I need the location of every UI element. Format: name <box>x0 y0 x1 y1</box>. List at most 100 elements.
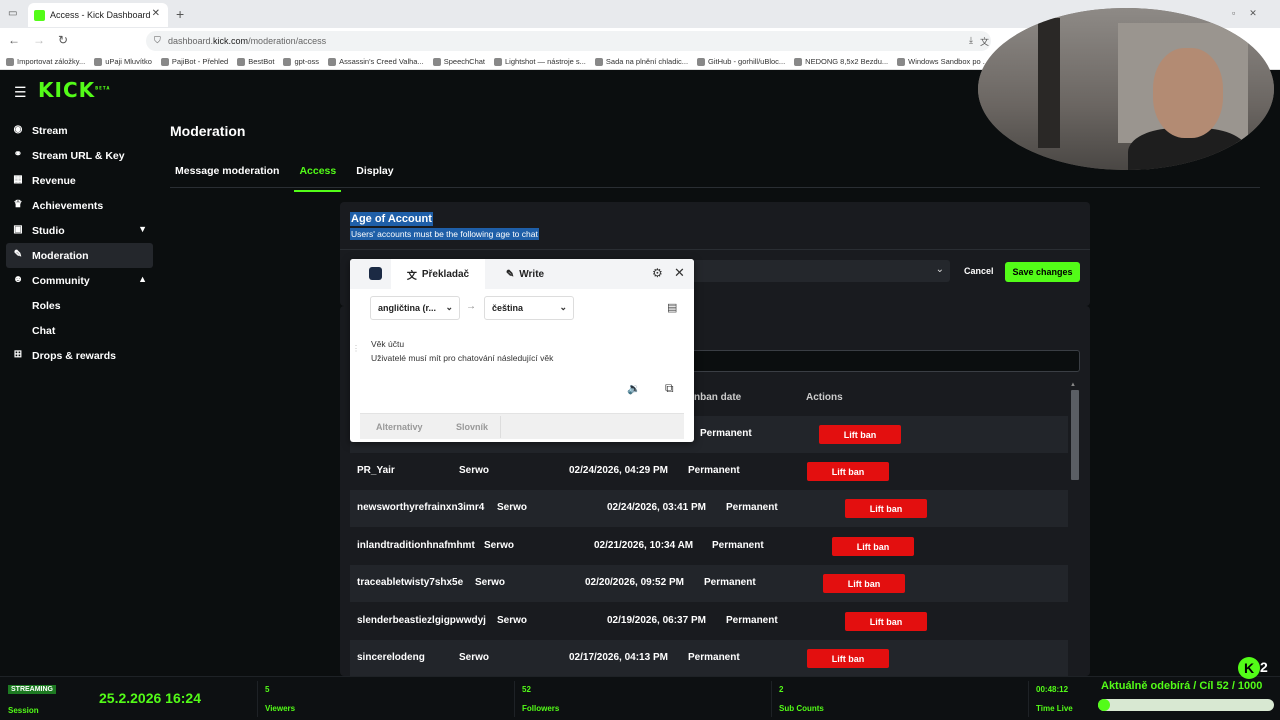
tab-translate-label: Překladač <box>421 268 470 280</box>
ban-username[interactable]: PR_Yair <box>357 465 395 476</box>
close-tab-icon[interactable]: ✕ <box>152 8 160 19</box>
ban-moderator: Serwo <box>497 615 528 626</box>
chevron-up-icon[interactable]: ▲ <box>138 274 147 284</box>
sidebar-item-label: Roles <box>32 299 61 312</box>
menu-icon[interactable]: ☰ <box>14 84 27 101</box>
translator-footer: Alternativy Slovník <box>360 413 684 439</box>
lift-ban-button[interactable]: Lift ban <box>832 537 914 556</box>
bookmark-item[interactable]: NEDONG 8,5x2 Bezdu... <box>794 57 888 66</box>
ban-date: 02/24/2026, 04:29 PM <box>569 465 668 476</box>
copy-icon[interactable]: ⧉ <box>665 381 674 396</box>
new-tab-icon[interactable]: + <box>176 6 184 22</box>
bookmark-item[interactable]: Assassin's Creed Valha... <box>328 57 424 66</box>
ban-username[interactable]: sincerelodeng <box>357 652 425 663</box>
bookmark-label: BestBot <box>248 57 275 66</box>
followers-value: 52 <box>522 685 531 694</box>
target-language-select[interactable]: čeština ⌄ <box>484 296 574 320</box>
bookmark-item[interactable]: Importovat záložky... <box>6 57 85 66</box>
followers-label: Followers <box>522 704 560 713</box>
ban-duration: Permanent <box>704 577 756 588</box>
sidebar-item-moderation[interactable]: ✎ Moderation <box>6 243 153 268</box>
bookmark-label: Importovat záložky... <box>17 57 86 66</box>
lift-ban-button[interactable]: Lift ban <box>807 462 889 481</box>
bookmark-icon <box>328 57 337 66</box>
back-icon[interactable]: ← <box>8 33 20 47</box>
lift-ban-button[interactable]: Lift ban <box>845 499 927 518</box>
sidebar-item-community[interactable]: ☻ Community ▲ <box>6 268 153 293</box>
url-field[interactable]: ⛉ dashboard. kick.com/moderation/access ⤓… <box>146 31 991 51</box>
reload-icon[interactable]: ↻ <box>58 33 68 47</box>
bookmark-item[interactable]: SpeechChat <box>432 57 486 66</box>
lift-ban-button[interactable]: Lift ban <box>845 612 927 631</box>
bookmark-item[interactable]: BestBot <box>237 57 274 66</box>
browser-tab-title: Access - Kick Dashboard <box>50 10 151 20</box>
chevron-down-icon[interactable]: ▼ <box>138 224 147 234</box>
close-icon[interactable]: ✕ <box>674 265 685 281</box>
sidebar-item-drops-rewards[interactable]: ⊞ Drops & rewards <box>6 343 153 368</box>
url-prefix: dashboard. <box>168 36 214 46</box>
sidebar-item-achievements[interactable]: ♛ Achievements <box>6 193 153 218</box>
source-language-select[interactable]: angličtina (r... ⌄ <box>370 296 460 320</box>
sidebar-item-chat[interactable]: Chat <box>6 318 153 343</box>
gear-icon[interactable]: ⚙ <box>652 266 663 280</box>
sub-goal-text: Aktuálně odebírá / Cíl 52 / 1000 <box>1101 680 1263 692</box>
viewers-value: 5 <box>265 685 270 694</box>
bookmark-icon <box>594 57 603 66</box>
revenue-icon: ▦ <box>13 174 23 185</box>
bookmark-item[interactable]: Lightshot — nástroje s... <box>494 57 586 66</box>
table-scrollbar[interactable]: ▲ <box>1070 382 1079 678</box>
subs-value: 2 <box>779 685 784 694</box>
ban-duration: Permanent <box>712 540 764 551</box>
bookmark-label: SpeechChat <box>443 57 486 66</box>
ban-username[interactable]: inlandtraditionhnafmhmt <box>357 540 475 551</box>
bookmark-item[interactable]: GitHub - gorhill/uBloc... <box>697 57 785 66</box>
bookmark-item[interactable]: Windows Sandbox po ... <box>897 57 989 66</box>
scroll-up-icon[interactable]: ▲ <box>1070 382 1076 388</box>
logo-beta-badge: BETA <box>95 85 111 91</box>
bookmark-item[interactable]: Sada na plnění chladic... <box>594 57 688 66</box>
wrench-icon: ✎ <box>13 249 23 260</box>
sidebar-item-stream[interactable]: ◉ Stream <box>6 118 153 143</box>
lift-ban-button[interactable]: Lift ban <box>823 574 905 593</box>
ban-username[interactable]: newsworthyrefrainxn3imr4 <box>357 502 484 513</box>
translator-logo-icon <box>369 267 382 280</box>
lift-ban-button[interactable]: Lift ban <box>819 425 901 444</box>
cancel-button[interactable]: Cancel <box>958 262 1000 280</box>
speaker-icon[interactable]: 🔉 <box>627 382 641 395</box>
bookmark-item[interactable]: PajiBot - Přehled <box>160 57 228 66</box>
tab-write[interactable]: ✎ Write <box>500 259 550 289</box>
ban-date: 02/24/2026, 03:41 PM <box>607 502 706 513</box>
sidebar-item-revenue[interactable]: ▦ Revenue <box>6 168 153 193</box>
browser-tab[interactable]: Access - Kick Dashboard ✕ <box>28 3 168 27</box>
forward-icon[interactable]: → <box>33 33 45 47</box>
lift-ban-button[interactable]: Lift ban <box>807 649 889 668</box>
scrollbar-thumb[interactable] <box>1071 390 1079 480</box>
bookmark-icon <box>494 57 503 66</box>
save-changes-button[interactable]: Save changes <box>1005 262 1080 282</box>
session-time: 25.2.2026 16:24 <box>99 690 201 706</box>
tab-translate[interactable]: 文 Překladač <box>391 259 485 289</box>
ban-username[interactable]: slenderbeastiezlgigpwwdyj <box>357 615 486 626</box>
bookmark-label: Assassin's Creed Valha... <box>339 57 424 66</box>
alternatives-tab[interactable]: Alternativy <box>376 422 423 432</box>
dictionary-tab[interactable]: Slovník <box>456 422 488 432</box>
sidebar-item-label: Studio <box>32 224 65 237</box>
site-info-icon[interactable]: ⛉ <box>154 35 161 46</box>
link-icon: ⚭ <box>13 149 23 160</box>
arrow-right-icon: → <box>466 301 476 312</box>
bookmark-label: Windows Sandbox po ... <box>908 57 990 66</box>
bookmark-item[interactable]: uPaji Mluvítko <box>94 57 152 66</box>
glossary-icon[interactable]: ▤ <box>667 301 677 314</box>
sidebar-item-label: Stream <box>32 124 68 137</box>
download-icon[interactable]: ⤓ <box>969 35 973 46</box>
tab-menu-icon[interactable]: ▭ <box>8 8 17 19</box>
drag-handle-icon[interactable]: ⋮ <box>352 344 360 353</box>
sidebar-item-roles[interactable]: Roles <box>6 293 153 318</box>
bookmark-item[interactable]: gpt-oss <box>283 57 319 66</box>
streaming-badge: STREAMING <box>8 685 56 694</box>
sidebar-item-stream-url-key[interactable]: ⚭ Stream URL & Key <box>6 143 153 168</box>
sub-goal-progress-bar <box>1098 699 1274 711</box>
ban-username[interactable]: traceabletwisty7shx5e <box>357 577 463 588</box>
sidebar-item-studio[interactable]: ▣ Studio ▼ <box>6 218 153 243</box>
kick-logo[interactable]: KICKBETA <box>38 78 110 102</box>
